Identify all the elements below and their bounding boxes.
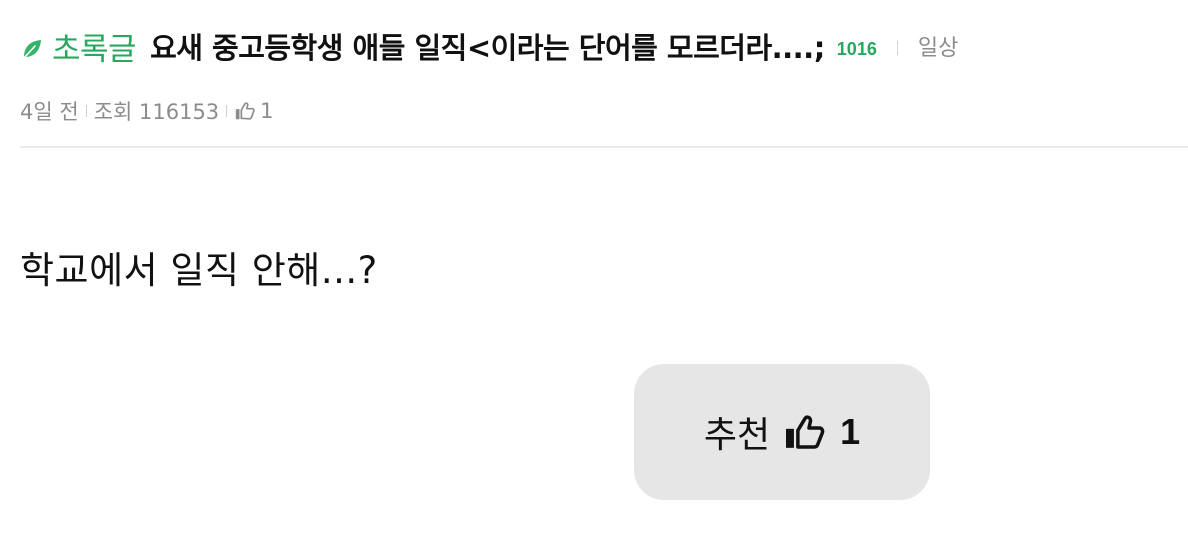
category-label[interactable]: 초록글 <box>52 24 137 69</box>
recommend-count: 1 <box>840 411 861 452</box>
recommend-label: 추천 <box>703 415 771 456</box>
post-likes: 1 <box>260 99 274 123</box>
leaf-icon <box>23 39 41 59</box>
meta-separator <box>226 105 228 117</box>
post-meta: 4일 전 조회 116153 1 <box>20 96 274 126</box>
thumbs-up-icon <box>236 102 255 120</box>
post-title: 요새 중고등학생 애들 일직<이라는 단어를 모르더라....; <box>150 31 825 65</box>
thumbs-up-icon <box>786 415 825 449</box>
meta-separator <box>85 105 87 117</box>
post-views: 조회 116153 <box>93 100 220 124</box>
comment-count[interactable]: 1016 <box>837 39 877 60</box>
board-name[interactable]: 일상 <box>918 30 958 62</box>
recommend-button[interactable]: 추천 1 <box>634 364 930 500</box>
post-header: 초록글 요새 중고등학생 애들 일직<이라는 단어를 모르더라....; 101… <box>20 0 1188 148</box>
title-row: 초록글 요새 중고등학생 애들 일직<이라는 단어를 모르더라....; 101… <box>20 24 1180 68</box>
post-time: 4일 전 <box>20 100 79 124</box>
title-divider <box>896 41 898 55</box>
post-body: 학교에서 일직 안해...? <box>20 249 378 292</box>
